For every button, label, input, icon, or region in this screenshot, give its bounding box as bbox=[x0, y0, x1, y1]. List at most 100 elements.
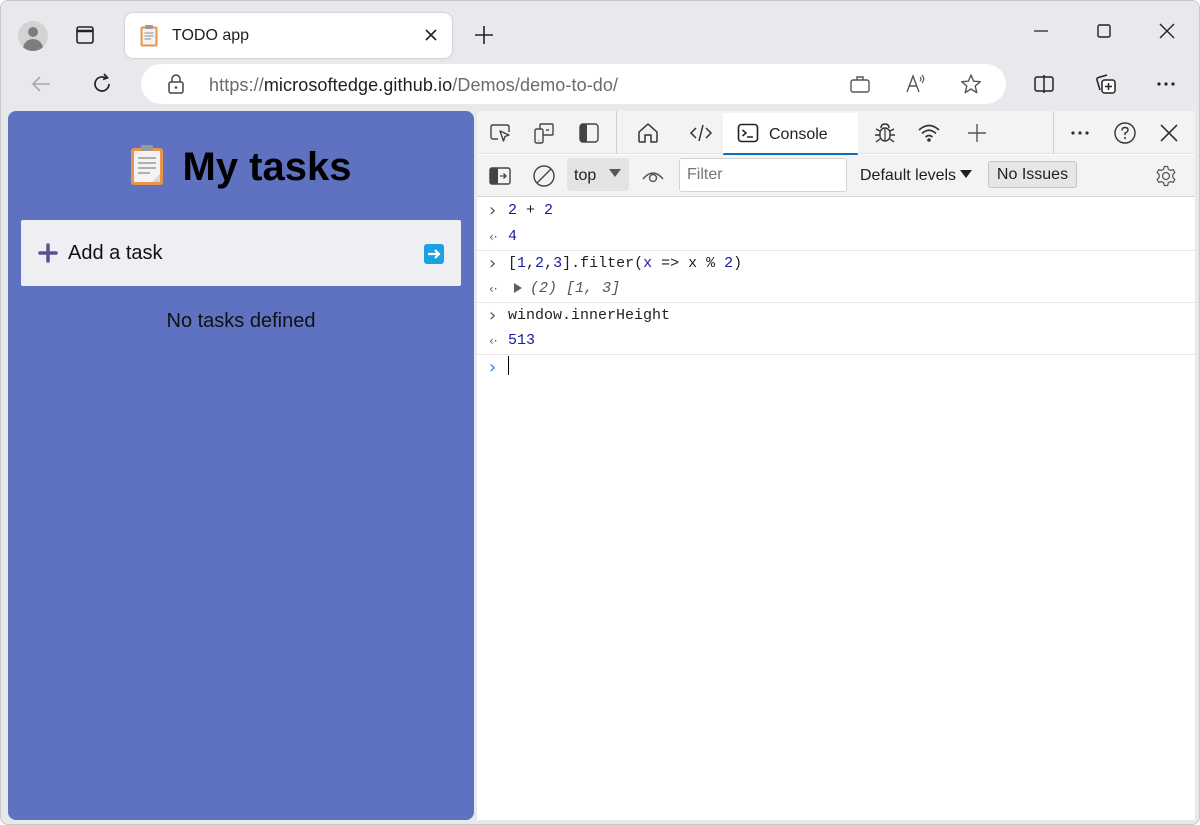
right-arrow-icon bbox=[428, 249, 441, 259]
read-aloud-icon[interactable] bbox=[905, 73, 927, 95]
code-token: [ bbox=[566, 280, 576, 297]
filter-input[interactable] bbox=[679, 158, 847, 192]
lock-icon[interactable] bbox=[167, 74, 185, 94]
code-token: 1 bbox=[517, 255, 527, 272]
dropdown-arrow-icon bbox=[960, 170, 973, 178]
input-chevron-icon: › bbox=[489, 305, 497, 326]
url-text[interactable]: https://microsoftedge.github.io/Demos/de… bbox=[209, 75, 618, 96]
code-token: [ bbox=[508, 255, 518, 272]
console-settings-gear-icon[interactable] bbox=[1154, 164, 1178, 188]
star-icon[interactable] bbox=[960, 73, 982, 95]
toolbar-divider bbox=[616, 111, 617, 154]
issues-button[interactable]: No Issues bbox=[988, 161, 1077, 188]
dock-side-icon[interactable] bbox=[577, 121, 601, 145]
close-devtools-icon[interactable] bbox=[1157, 121, 1181, 145]
console-prompt[interactable]: › bbox=[477, 354, 1195, 380]
new-tab-button[interactable] bbox=[474, 25, 494, 45]
inspect-element-icon[interactable] bbox=[488, 121, 512, 145]
text-caret bbox=[508, 356, 509, 375]
console-input-row: › [1,2,3].filter(x => x % 2) bbox=[477, 250, 1195, 276]
code-token: 513 bbox=[508, 332, 536, 349]
console-filter-bar: top Default levels No Issues bbox=[477, 155, 1195, 197]
console-command: 2 + 2 bbox=[508, 198, 553, 224]
address-bar[interactable]: https://microsoftedge.github.io/Demos/de… bbox=[141, 64, 1006, 104]
clear-console-icon[interactable] bbox=[532, 164, 556, 188]
plus-icon bbox=[38, 243, 58, 263]
browser-window: TODO app https://microsoftedge.github.io… bbox=[0, 0, 1200, 825]
clipboard-icon bbox=[140, 25, 158, 47]
toolbar-divider bbox=[1053, 111, 1054, 154]
code-token: ) bbox=[733, 255, 743, 272]
code-token: => x % bbox=[652, 255, 725, 272]
code-token: 2 bbox=[535, 255, 545, 272]
code-token: , bbox=[526, 255, 536, 272]
live-expression-eye-icon[interactable] bbox=[641, 164, 665, 188]
dropdown-arrow-icon bbox=[609, 169, 621, 177]
code-token: 3 bbox=[602, 280, 612, 297]
console-input-field[interactable] bbox=[508, 355, 509, 381]
console-result[interactable]: (2) [1, 3] bbox=[508, 276, 620, 302]
add-task-placeholder: Add a task bbox=[68, 242, 163, 264]
refresh-icon[interactable] bbox=[90, 72, 114, 96]
briefcase-icon[interactable] bbox=[849, 73, 871, 95]
collections-icon[interactable] bbox=[1094, 72, 1118, 96]
network-wifi-icon[interactable] bbox=[917, 121, 941, 145]
back-arrow-icon[interactable] bbox=[29, 72, 53, 96]
submit-arrow-button[interactable] bbox=[424, 244, 444, 264]
home-icon[interactable] bbox=[636, 121, 660, 145]
empty-state-message: No tasks defined bbox=[166, 310, 316, 332]
console-icon bbox=[737, 123, 759, 143]
browser-tab[interactable]: TODO app bbox=[125, 13, 452, 58]
console-input-row: › window.innerHeight bbox=[477, 302, 1195, 328]
close-tab-icon[interactable] bbox=[422, 26, 440, 44]
elements-tab-icon[interactable] bbox=[689, 121, 713, 145]
tab-bar: TODO app bbox=[1, 1, 1199, 59]
minimize-icon[interactable] bbox=[1031, 21, 1051, 41]
code-token: ] bbox=[611, 280, 621, 297]
split-screen-icon[interactable] bbox=[1032, 72, 1056, 96]
ellipsis-icon[interactable] bbox=[1068, 121, 1092, 145]
tab-title: TODO app bbox=[172, 27, 250, 44]
url-path: /Demos/demo-to-do/ bbox=[452, 75, 619, 95]
console-result: 513 bbox=[508, 328, 535, 354]
log-levels-dropdown[interactable]: Default levels bbox=[860, 167, 973, 185]
navigation-bar: https://microsoftedge.github.io/Demos/de… bbox=[1, 59, 1199, 109]
result-arrow-icon: ‹· bbox=[489, 230, 498, 244]
console-input-row: › 2 + 2 bbox=[477, 198, 1195, 224]
context-selector-value: top bbox=[574, 167, 597, 184]
more-tools-plus-icon[interactable] bbox=[965, 121, 989, 145]
code-token: , bbox=[544, 255, 554, 272]
prompt-chevron-icon: › bbox=[489, 357, 497, 378]
show-sidebar-icon[interactable] bbox=[488, 164, 512, 188]
code-token: 2 bbox=[544, 202, 554, 219]
context-selector[interactable]: top bbox=[567, 158, 629, 191]
devtools-panel: Console top Default levels No Issues bbox=[477, 111, 1195, 820]
code-token: ].filter( bbox=[562, 255, 644, 272]
avatar-icon[interactable] bbox=[18, 21, 48, 51]
code-token: x bbox=[643, 255, 653, 272]
expand-triangle-icon[interactable] bbox=[514, 283, 522, 293]
console-command: [1,2,3].filter(x => x % 2) bbox=[508, 251, 742, 277]
ellipsis-icon[interactable] bbox=[1154, 72, 1178, 96]
code-token: 2 bbox=[724, 255, 734, 272]
code-token: 4 bbox=[508, 228, 518, 245]
add-task-input[interactable]: Add a task bbox=[21, 220, 461, 286]
tab-console[interactable]: Console bbox=[723, 113, 858, 156]
url-host: microsoftedge.github.io bbox=[263, 75, 453, 95]
code-token: 1 bbox=[575, 280, 585, 297]
tab-actions-icon[interactable] bbox=[75, 25, 95, 45]
debugger-bug-icon[interactable] bbox=[873, 121, 897, 145]
maximize-icon[interactable] bbox=[1094, 21, 1114, 41]
console-command: window.innerHeight bbox=[508, 303, 670, 329]
code-token: 3 bbox=[553, 255, 563, 272]
clipboard-icon bbox=[130, 145, 163, 186]
array-length: (2) bbox=[530, 280, 567, 297]
help-icon[interactable] bbox=[1113, 121, 1137, 145]
device-emulation-icon[interactable] bbox=[532, 121, 556, 145]
code-token: window.innerHeight bbox=[508, 307, 671, 324]
input-chevron-icon: › bbox=[489, 200, 497, 221]
code-token: , bbox=[584, 280, 603, 297]
console-output-row: ‹· 4 bbox=[477, 224, 1195, 250]
close-window-icon[interactable] bbox=[1157, 21, 1177, 41]
page-title: My tasks bbox=[8, 145, 474, 190]
